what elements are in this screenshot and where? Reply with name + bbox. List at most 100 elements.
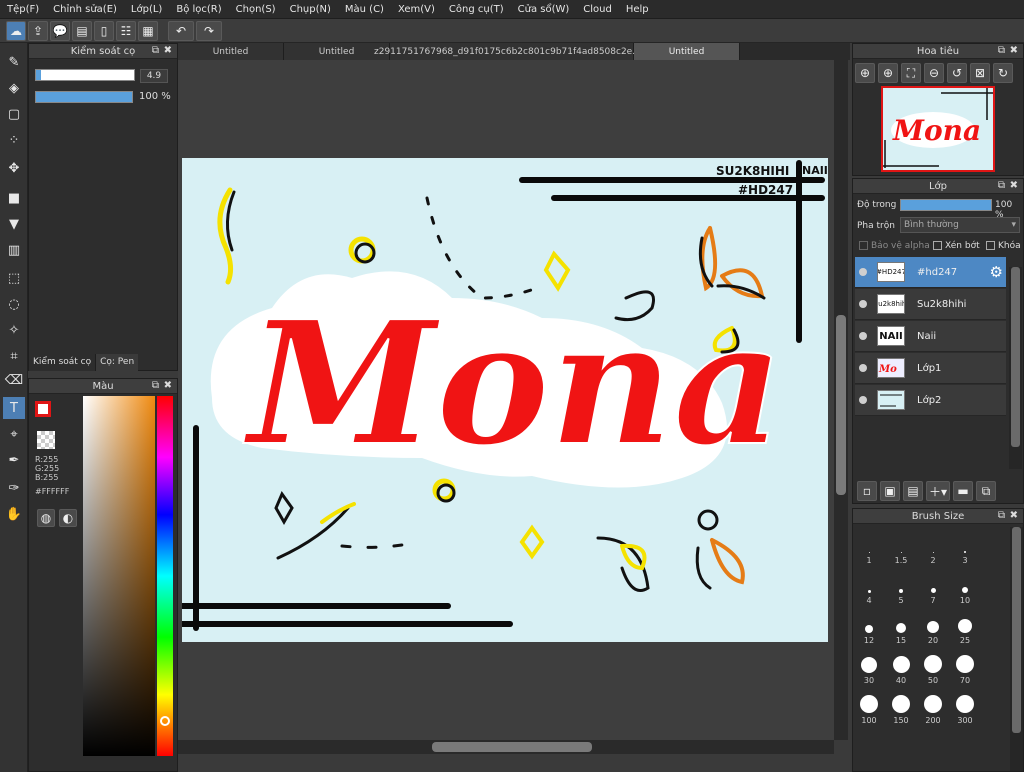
bucket-icon[interactable]: ▼ — [3, 213, 25, 235]
page-icon[interactable]: ▯ — [94, 20, 114, 41]
lock-checkbox[interactable]: Khóa — [986, 241, 1021, 251]
brush-size-preset[interactable]: 70 — [950, 647, 980, 685]
eyedropper-icon[interactable]: ✒ — [3, 449, 25, 471]
visibility-icon[interactable] — [859, 364, 867, 372]
visibility-icon[interactable] — [859, 396, 867, 404]
brush-size-preset[interactable]: 20 — [918, 607, 948, 645]
gear-icon[interactable]: ⚙ — [990, 263, 1003, 281]
close-icon[interactable]: ✖ — [1010, 180, 1018, 191]
select-eraser-icon[interactable]: ⌫ — [3, 369, 25, 391]
horizontal-scrollbar[interactable] — [178, 740, 834, 754]
list-icon[interactable]: ☷ — [116, 20, 136, 41]
message-icon[interactable]: ▤ — [72, 20, 92, 41]
menu-item[interactable]: Chọn(S) — [229, 4, 283, 15]
close-icon[interactable]: ✖ — [1010, 510, 1018, 521]
brush-size-scroll-thumb[interactable] — [1012, 527, 1021, 733]
brush-icon[interactable]: ✎ — [3, 51, 25, 73]
canvas[interactable]: Mona SU2K8HIHI NAII #HD247 — [182, 158, 828, 642]
menu-item[interactable]: Công cụ(T) — [442, 4, 511, 15]
menu-item[interactable]: Chụp(N) — [283, 4, 338, 15]
close-icon[interactable]: ✖ — [164, 45, 172, 56]
duplicate-layer-icon[interactable]: ⧉ — [976, 481, 996, 501]
hue-handle[interactable] — [160, 716, 170, 726]
layers-scroll-thumb[interactable] — [1011, 267, 1020, 447]
fit-screen-icon[interactable]: ⛶ — [901, 63, 921, 83]
menu-item[interactable]: Cửa sổ(W) — [511, 4, 577, 15]
grid-icon[interactable]: ▦ — [138, 20, 158, 41]
share-icon[interactable]: ⇪ — [28, 20, 48, 41]
visibility-icon[interactable] — [859, 268, 867, 276]
move-icon[interactable]: ✥ — [3, 157, 25, 179]
saturation-value-field[interactable] — [83, 396, 155, 756]
add-layer-menu-icon[interactable]: ＋▾ — [926, 481, 950, 501]
menu-item[interactable]: Xem(V) — [391, 4, 442, 15]
popout-icon[interactable]: ⧉ — [998, 45, 1005, 56]
navigator-preview[interactable]: Mona — [881, 86, 995, 172]
new-8bit-icon[interactable]: ▤ — [903, 481, 923, 501]
menu-item[interactable]: Lớp(L) — [124, 4, 169, 15]
menu-item[interactable]: Tệp(F) — [0, 4, 46, 15]
tab-document-3[interactable]: z2911751767968_d91f0175c6b2c801c9b71f4ad… — [374, 43, 649, 60]
brush-size-scrollbar[interactable] — [1010, 527, 1023, 771]
brush-size-preset[interactable]: 300 — [950, 687, 980, 725]
brush-size-slider[interactable] — [35, 69, 135, 81]
dot-brush-icon[interactable]: ⁘ — [3, 129, 25, 151]
undo-icon[interactable]: ↶ — [168, 20, 194, 41]
select-rect-icon[interactable]: ⬚ — [3, 267, 25, 289]
brush-size-preset[interactable]: 1.5 — [886, 527, 916, 565]
gradient-icon[interactable]: ▥ — [3, 239, 25, 261]
horizontal-scroll-thumb[interactable] — [432, 742, 592, 752]
popout-icon[interactable]: ⧉ — [998, 510, 1005, 521]
redo-icon[interactable]: ↷ — [196, 20, 222, 41]
eraser-icon[interactable]: ◈ — [3, 77, 25, 99]
hand-icon[interactable]: ✋ — [3, 503, 25, 525]
layer-row-naii[interactable]: NAII Naii — [855, 321, 1006, 352]
layer-row-lop1[interactable]: Mo Lớp1 — [855, 353, 1006, 384]
brush-size-preset[interactable]: 40 — [886, 647, 916, 685]
close-icon[interactable]: ✖ — [1010, 45, 1018, 56]
split-icon[interactable]: ⌖ — [3, 423, 25, 445]
tab-brush-control[interactable]: Kiểm soát cọ — [29, 354, 97, 371]
protect-alpha-checkbox[interactable]: Bảo vệ alpha — [859, 241, 930, 251]
menu-item[interactable]: Bộ lọc(R) — [169, 4, 228, 15]
zoom-in-icon[interactable]: ⊕ — [878, 63, 898, 83]
brush-size-preset[interactable]: 5 — [886, 567, 916, 605]
tab-document-1[interactable]: Untitled — [178, 43, 284, 60]
brush-size-preset[interactable]: 4 — [854, 567, 884, 605]
rectangle-icon[interactable]: ▢ — [3, 103, 25, 125]
blend-mode-select[interactable]: Bình thường ▾ — [900, 217, 1020, 233]
zoom-fit-icon[interactable]: ⊕ — [855, 63, 875, 83]
menu-item[interactable]: Màu (C) — [338, 4, 391, 15]
brush-size-preset[interactable]: 25 — [950, 607, 980, 645]
brush-size-preset[interactable]: 7 — [918, 567, 948, 605]
color-picker-icon[interactable]: ◐ — [59, 509, 77, 527]
new-layer-icon[interactable]: ▫ — [857, 481, 877, 501]
rotate-right-icon[interactable]: ↻ — [993, 63, 1013, 83]
brush-opacity-slider[interactable] — [35, 91, 133, 103]
zoom-out-icon[interactable]: ⊖ — [924, 63, 944, 83]
close-icon[interactable]: ✖ — [164, 380, 172, 391]
pen-tool-icon[interactable]: ✑ — [3, 477, 25, 499]
brush-size-preset[interactable]: 100 — [854, 687, 884, 725]
folder-icon[interactable]: ▬ — [953, 481, 973, 501]
layer-row-lop2[interactable]: Lớp2 — [855, 385, 1006, 416]
hue-slider[interactable] — [157, 396, 173, 756]
transparent-swatch[interactable] — [37, 431, 55, 449]
visibility-icon[interactable] — [859, 332, 867, 340]
menu-item[interactable]: Help — [619, 4, 656, 15]
brush-size-preset[interactable]: 10 — [950, 567, 980, 605]
menu-item[interactable]: Cloud — [576, 4, 619, 15]
brush-size-value[interactable]: 4.9 — [140, 69, 168, 83]
menu-item[interactable]: Chỉnh sửa(E) — [46, 4, 124, 15]
lasso-icon[interactable]: ◌ — [3, 293, 25, 315]
rotate-left-icon[interactable]: ↺ — [947, 63, 967, 83]
tab-document-4[interactable]: Untitled — [634, 43, 740, 60]
brush-size-preset[interactable]: 200 — [918, 687, 948, 725]
brush-size-preset[interactable]: 150 — [886, 687, 916, 725]
magic-wand-icon[interactable]: ✧ — [3, 319, 25, 341]
reset-view-icon[interactable]: ⊠ — [970, 63, 990, 83]
brush-size-preset[interactable]: 15 — [886, 607, 916, 645]
layer-row-hd247[interactable]: #HD247 #hd247 ⚙ — [855, 257, 1006, 288]
fill-rect-icon[interactable]: ■ — [3, 187, 25, 209]
vertical-scrollbar[interactable] — [834, 60, 848, 740]
